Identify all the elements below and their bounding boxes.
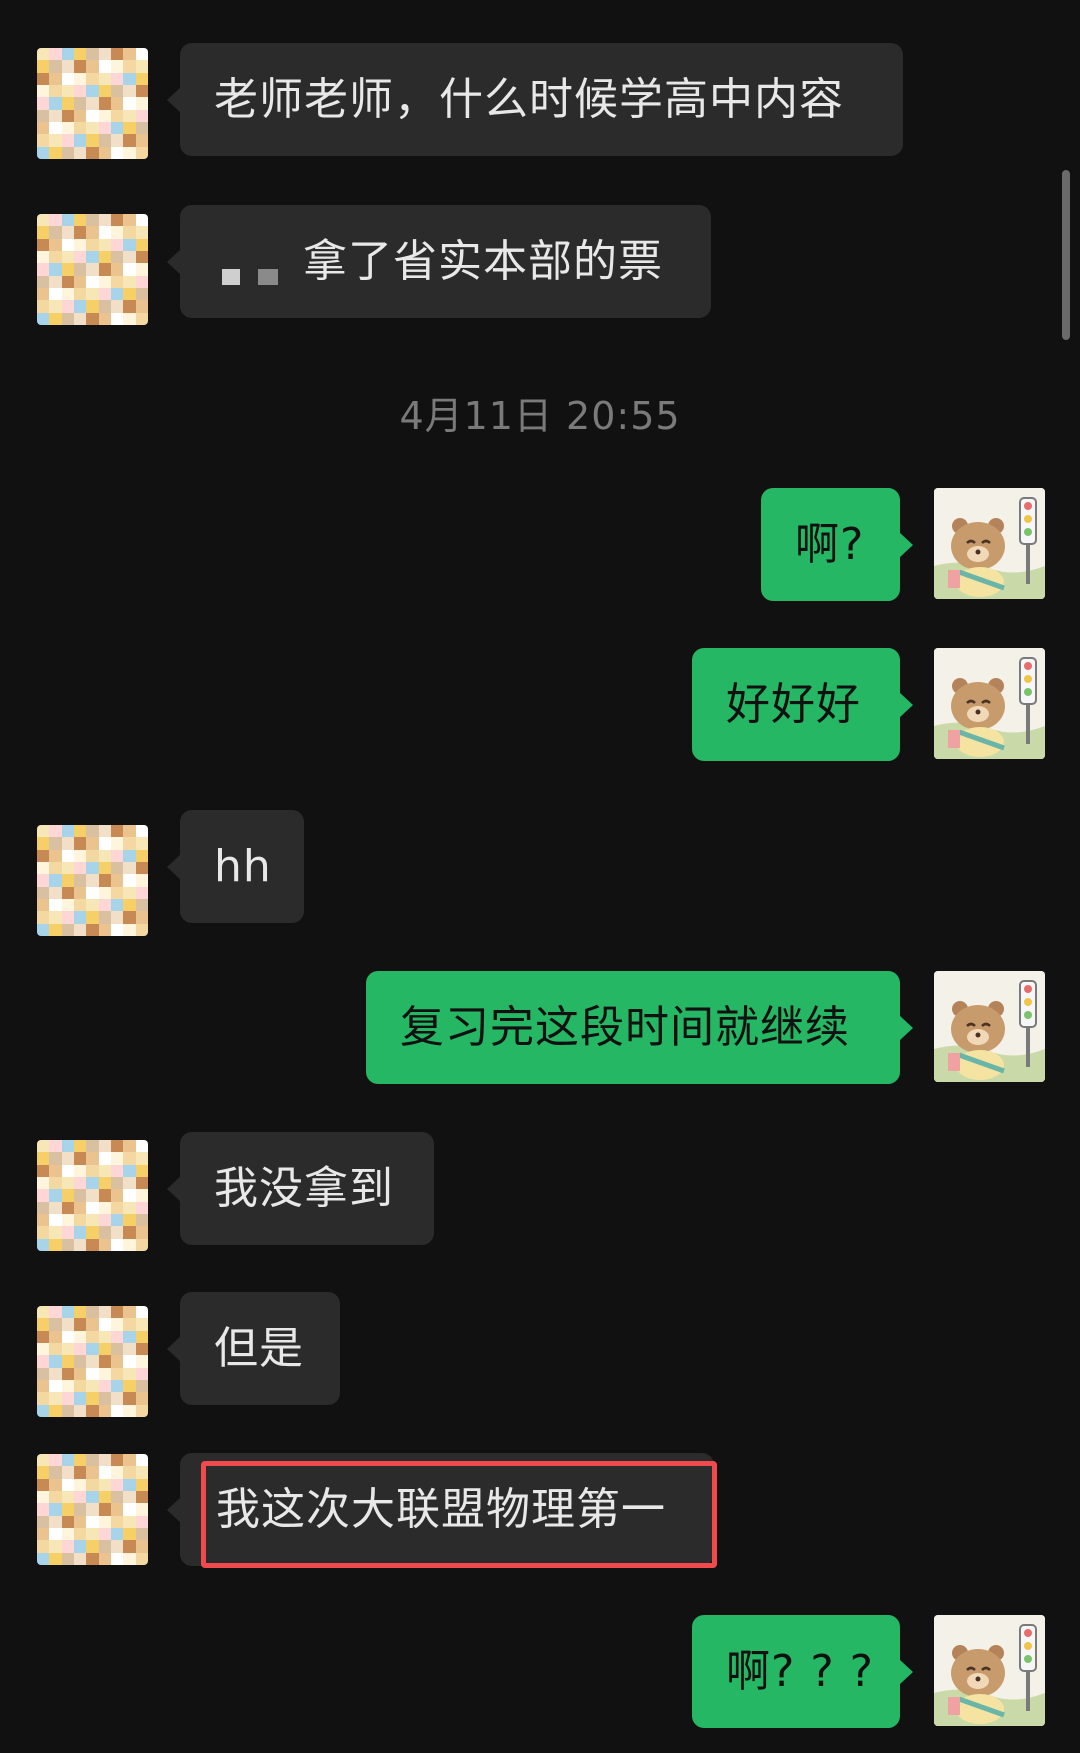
message-bubble-outgoing[interactable]: 啊? [761,488,913,601]
message-text: 拿了省实本部的票 [303,236,663,287]
bear-avatar-icon[interactable] [934,648,1045,759]
message-bubble-incoming[interactable]: 我没拿到 [167,1132,434,1245]
contact-avatar-icon[interactable] [37,1140,148,1251]
contact-avatar-icon[interactable] [37,214,148,325]
message-bubble-incoming[interactable]: 老师老师，什么时候学高中内容 [167,43,903,156]
message-text: 但是 [214,1323,304,1374]
message-text: hh [214,841,272,892]
message-text: 啊? ? ? [726,1646,875,1697]
message-bubble-outgoing[interactable]: 好好好 [692,648,913,761]
message-text: 好好好 [726,679,861,730]
highlight-box [201,1461,717,1568]
message-text: 我没拿到 [214,1163,394,1214]
contact-avatar-icon[interactable] [37,1306,148,1417]
chat-window: 老师老师，什么时候学高中内容 拿了省实本部的票 4月11日 20:55 啊? 好… [0,0,1080,1753]
message-timestamp: 4月11日 20:55 [399,394,681,438]
bear-avatar-icon[interactable] [934,488,1045,599]
message-text: 复习完这段时间就继续 [400,1002,850,1053]
redacted-mark [258,269,278,285]
message-bubble-incoming[interactable]: hh [167,810,304,923]
redacted-mark [222,269,240,285]
message-bubble-outgoing[interactable]: 复习完这段时间就继续 [366,971,913,1084]
bear-avatar-icon[interactable] [934,1615,1045,1726]
contact-avatar-icon[interactable] [37,48,148,159]
message-bubble-outgoing[interactable]: 啊? ? ? [692,1615,913,1728]
contact-avatar-icon[interactable] [37,825,148,936]
contact-avatar-icon[interactable] [37,1454,148,1565]
scrollbar[interactable] [1062,170,1070,340]
message-text: 老师老师，什么时候学高中内容 [214,74,844,125]
message-text: 啊? [795,519,865,570]
message-bubble-incoming[interactable]: 拿了省实本部的票 [167,205,711,318]
bear-avatar-icon[interactable] [934,971,1045,1082]
message-bubble-incoming[interactable]: 但是 [167,1292,340,1405]
